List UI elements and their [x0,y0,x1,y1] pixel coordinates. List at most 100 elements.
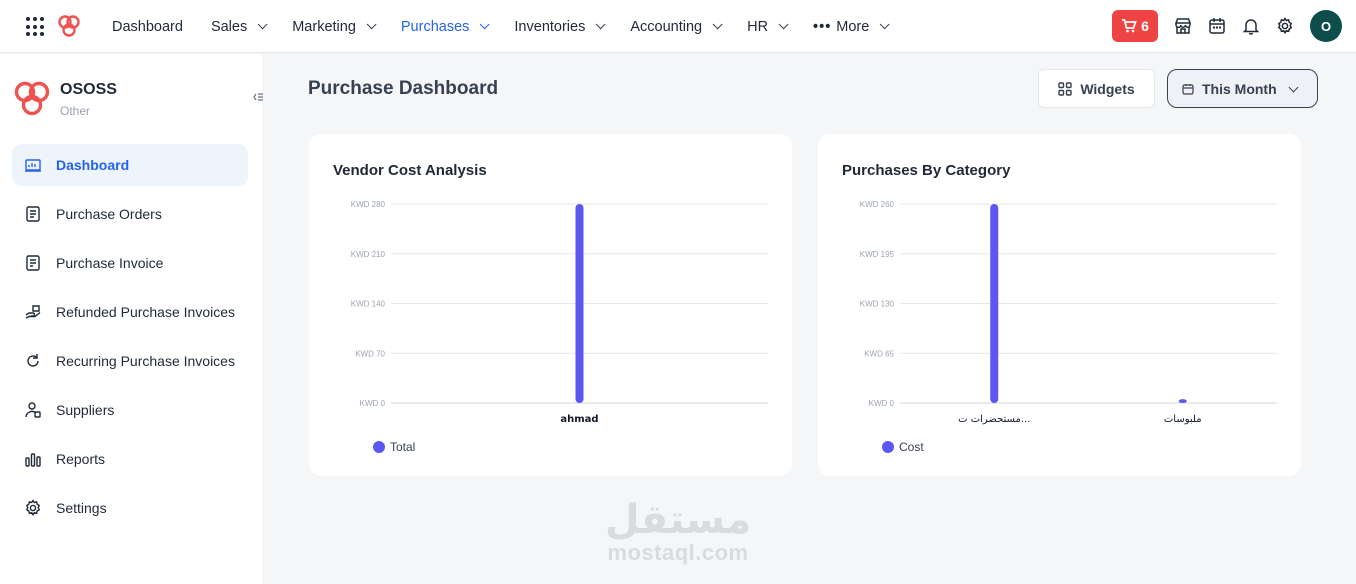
period-select[interactable]: This Month [1167,69,1318,108]
x-tick-label: ahmad [560,414,598,425]
vendor-cost-chart: KWD 0 KWD 70 KWD 140 KWD 210 KWD 280 ahmad Tot… [351,200,768,454]
nav-item-more[interactable]: ••• More [799,0,900,53]
nav-item-accounting[interactable]: Accounting [616,0,733,53]
sidebar-item-label: Reports [56,451,106,467]
recurring-icon [27,354,39,367]
chart-bar[interactable] [575,204,584,403]
chevron-down-icon [778,19,789,30]
y-tick-label: KWD 260 [860,200,895,209]
gear-icon[interactable] [1276,17,1294,35]
nav-item-label: Accounting [630,18,703,35]
cart-icon [1122,19,1137,33]
chevron-down-icon [257,19,268,30]
sidebar-item-label: Suppliers [56,402,115,418]
watermark-arabic: مستقل [604,497,752,543]
watermark: مستقل mostaql.com [600,500,756,566]
nav-item-sales[interactable]: Sales [197,0,278,53]
chevron-down-icon [480,19,490,30]
vendor-cost-card: Vendor Cost Analysis KWD 0 KWD 70 KWD 140 K… [309,134,792,476]
bell-icon[interactable] [1242,17,1260,35]
dashboard-icon [25,159,41,172]
legend-marker [882,441,894,453]
legend-label[interactable]: Cost [899,440,924,454]
widgets-label: Widgets [1080,80,1135,97]
more-dots-icon: ••• [813,18,832,35]
x-tick-label: ملبوسات [1164,414,1202,425]
sidebar-item-label: Settings [56,500,107,516]
sidebar-item-recurring-purchase-invoices[interactable]: Recurring Purchase Invoices [12,340,248,382]
period-label: This Month [1202,80,1277,97]
sidebar-item-label: Purchase Orders [56,206,162,222]
sidebar-item-label: Purchase Invoice [56,255,164,271]
nav-item-label: Inventories [514,18,586,35]
sidebar-item-suppliers[interactable]: Suppliers [12,389,248,431]
y-tick-label: KWD 0 [869,399,895,408]
y-tick-label: KWD 140 [351,300,386,309]
nav-item-inventories[interactable]: Inventories [500,0,616,53]
nav-item-purchases[interactable]: Purchases [387,0,501,53]
suppliers-icon [25,402,41,418]
legend-label[interactable]: Total [390,440,415,454]
company-type: Other [60,104,91,118]
sidebar-item-reports[interactable]: Reports [12,438,248,480]
chevron-down-icon [366,19,377,30]
y-tick-label: KWD 280 [351,200,386,209]
nav-item-label: Marketing [292,18,356,35]
chart-bar[interactable] [1178,399,1187,403]
collapse-sidebar-icon[interactable] [253,92,263,102]
nav-item-label: Purchases [400,18,470,35]
chevron-down-icon [879,19,890,30]
sidebar: OSOSS Other Dashboard Purchase Orders Purc… [0,54,263,584]
settings-icon [25,499,41,516]
page-title: Purchase Dashboard [308,78,499,99]
main-nav: Dashboard Sales Marketing Purchases Inventor… [98,0,900,53]
nav-item-marketing[interactable]: Marketing [278,0,387,53]
y-tick-label: KWD 130 [860,300,895,309]
sidebar-item-label: Recurring Purchase Invoices [56,353,235,369]
y-tick-label: KWD 70 [355,349,385,358]
legend-marker [373,441,385,453]
sidebar-item-settings[interactable]: Settings [12,487,248,529]
y-tick-label: KWD 210 [351,250,386,259]
nav-item-label: More [836,18,870,35]
top-navbar: Dashboard Sales Marketing Purchases Inventor… [0,0,1356,53]
nav-item-label: Dashboard [112,18,183,35]
nav-item-label: HR [747,18,769,35]
sidebar-item-label: Dashboard [56,157,130,173]
y-tick-label: KWD 0 [360,399,386,408]
invoice-icon [26,255,40,271]
company-name: OSOSS [60,81,117,98]
calendar-small-icon [1182,83,1194,95]
sidebar-item-dashboard[interactable]: Dashboard [12,144,248,186]
reports-icon [25,453,41,467]
widgets-icon [1058,81,1073,96]
chart-bar[interactable] [990,204,999,403]
sidebar-item-refunded-purchase-invoices[interactable]: Refunded Purchase Invoices [12,291,248,333]
cart-count: 6 [1141,18,1149,34]
sidebar-item-purchase-invoice[interactable]: Purchase Invoice [12,242,248,284]
cart-button[interactable]: 6 [1112,10,1158,42]
sidebar-item-purchase-orders[interactable]: Purchase Orders [12,193,248,235]
chevron-down-icon [1288,82,1299,93]
y-tick-label: KWD 65 [864,349,894,358]
apps-grid-icon[interactable] [26,17,46,37]
store-icon[interactable] [1174,17,1192,35]
refund-icon [25,305,41,319]
calendar-icon[interactable] [1208,17,1226,35]
purchases-category-chart: KWD 0 KWD 65 KWD 130 KWD 195 KWD 260 مستحضرات… [860,200,1277,454]
purchases-category-card: Purchases By Category KWD 0 KWD 65 KWD 130… [818,134,1301,476]
nav-item-hr[interactable]: HR [733,0,799,53]
y-tick-label: KWD 195 [860,250,895,259]
x-tick-label: مستحضرات ت... [958,414,1030,425]
watermark-latin: mostaql.com [607,540,749,565]
nav-item-dashboard[interactable]: Dashboard [98,0,197,53]
sidebar-item-label: Refunded Purchase Invoices [56,304,235,320]
company-logo-icon [12,80,52,123]
user-avatar[interactable]: O [1310,10,1342,42]
orders-icon [26,206,40,222]
chevron-down-icon [596,19,606,30]
chevron-down-icon [712,19,723,30]
widgets-button[interactable]: Widgets [1038,69,1155,108]
brand-logo-icon[interactable] [56,14,82,43]
nav-item-label: Sales [210,18,248,35]
